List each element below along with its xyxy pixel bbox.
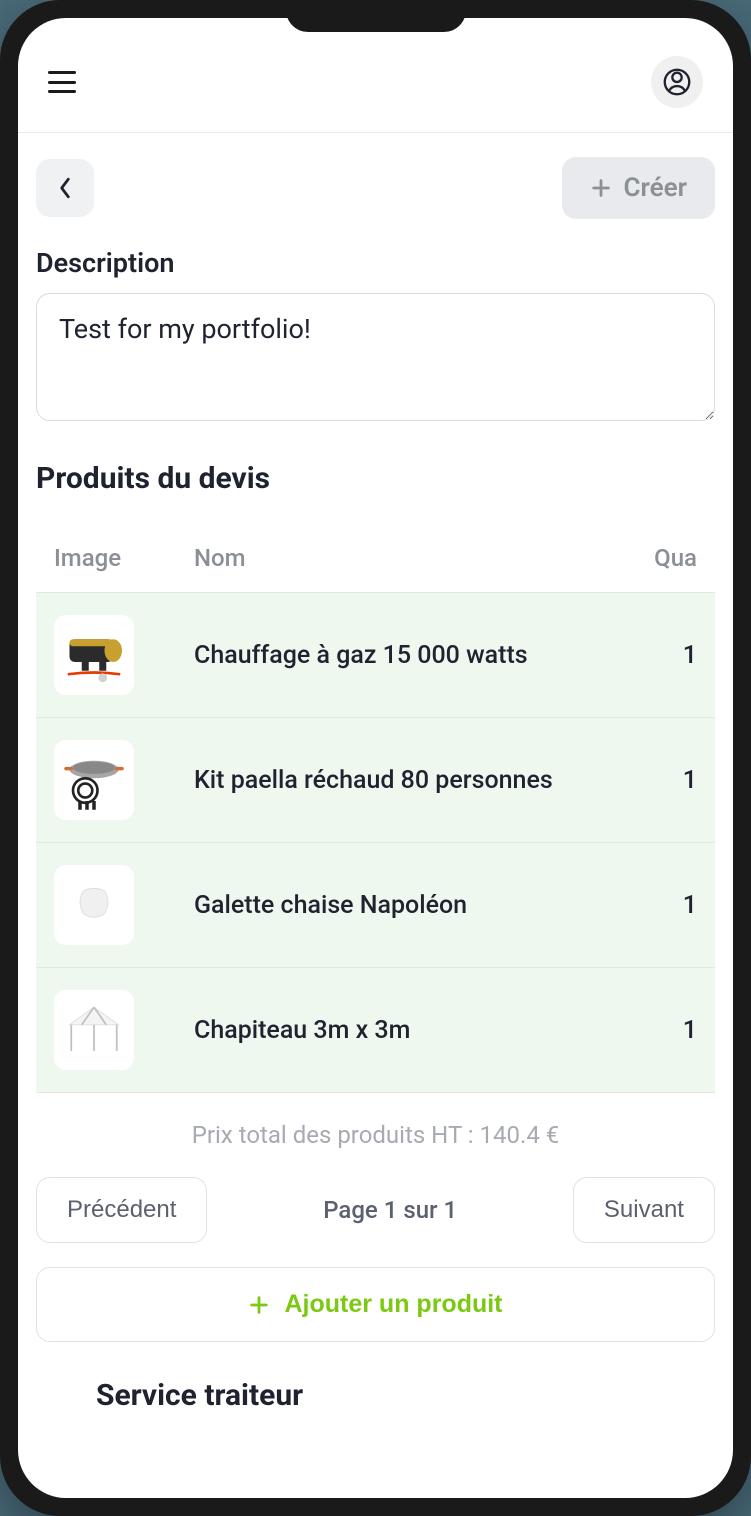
create-button-label: Créer [624, 173, 687, 203]
back-button[interactable] [36, 159, 94, 217]
tent-icon [59, 995, 129, 1065]
action-row: Créer [36, 133, 715, 243]
product-image [54, 990, 134, 1070]
account-button[interactable] [651, 56, 703, 108]
create-button[interactable]: Créer [562, 157, 715, 219]
product-name: Galette chaise Napoléon [194, 891, 627, 920]
product-quantity: 1 [627, 1016, 697, 1045]
chevron-left-icon [58, 177, 72, 199]
heater-icon [59, 620, 129, 690]
menu-icon[interactable] [48, 71, 76, 93]
column-image-header: Image [54, 544, 194, 572]
product-rows: Chauffage à gaz 15 000 watts 1 [36, 592, 715, 1093]
phone-frame: Créer Description Produits du devis Imag… [0, 0, 751, 1516]
table-row[interactable]: Galette chaise Napoléon 1 [36, 843, 715, 968]
product-name: Kit paella réchaud 80 personnes [194, 766, 627, 795]
product-image [54, 740, 134, 820]
table-header: Image Nom Qua [36, 524, 715, 592]
product-quantity: 1 [627, 891, 697, 920]
description-input[interactable] [36, 293, 715, 421]
table-row[interactable]: Kit paella réchaud 80 personnes 1 [36, 718, 715, 843]
add-product-button[interactable]: Ajouter un produit [36, 1267, 715, 1342]
column-quantity-header: Qua [627, 544, 697, 572]
add-product-label: Ajouter un produit [284, 1290, 502, 1319]
description-label: Description [36, 247, 715, 279]
plus-icon [248, 1294, 270, 1316]
product-name: Chapiteau 3m x 3m [194, 1016, 627, 1045]
user-icon [663, 68, 691, 96]
column-name-header: Nom [194, 544, 627, 572]
device-notch [286, 0, 466, 32]
previous-button[interactable]: Précédent [36, 1177, 207, 1243]
product-quantity: 1 [627, 641, 697, 670]
paella-icon [59, 745, 129, 815]
service-traiteur-heading: Service traiteur [36, 1378, 715, 1413]
page-indicator: Page 1 sur 1 [323, 1196, 457, 1224]
product-name: Chauffage à gaz 15 000 watts [194, 641, 627, 670]
top-bar [18, 18, 733, 133]
cushion-icon [59, 870, 129, 940]
next-button[interactable]: Suivant [573, 1177, 715, 1243]
product-image [54, 865, 134, 945]
product-quantity: 1 [627, 766, 697, 795]
screen: Créer Description Produits du devis Imag… [18, 18, 733, 1498]
table-row[interactable]: Chapiteau 3m x 3m 1 [36, 968, 715, 1093]
product-image [54, 615, 134, 695]
table-row[interactable]: Chauffage à gaz 15 000 watts 1 [36, 593, 715, 718]
pagination: Précédent Page 1 sur 1 Suivant [36, 1177, 715, 1243]
content-area: Créer Description Produits du devis Imag… [18, 133, 733, 1498]
total-price: Prix total des produits HT : 140.4 € [36, 1093, 715, 1177]
plus-icon [590, 177, 612, 199]
products-heading: Produits du devis [36, 461, 715, 496]
